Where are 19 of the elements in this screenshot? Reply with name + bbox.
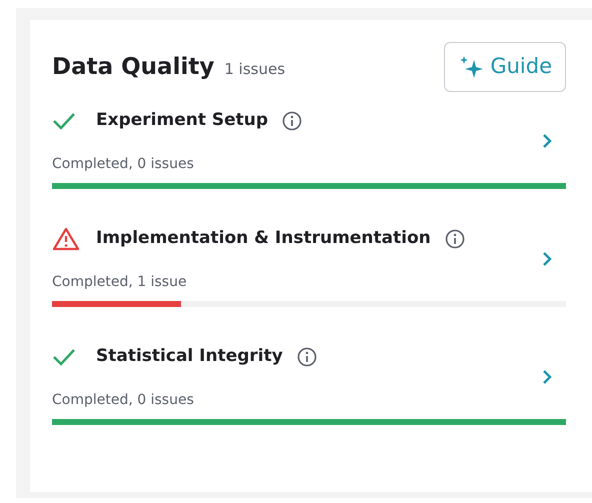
guide-button[interactable]: Guide — [444, 42, 566, 92]
check-summary: Completed, 1 issue — [52, 273, 188, 292]
check-summary: Completed, 0 issues — [52, 391, 195, 410]
check-title: Statistical Integrity — [96, 345, 283, 368]
issue-count: 1 issues — [224, 58, 286, 80]
info-icon[interactable] — [444, 229, 465, 249]
warning-icon — [52, 227, 80, 251]
sparkle-icon — [458, 54, 484, 80]
check-icon — [52, 112, 76, 130]
panel-title: Data Quality — [52, 52, 214, 82]
info-icon[interactable] — [296, 347, 317, 367]
chevron-right-icon[interactable] — [542, 368, 552, 384]
check-title: Experiment Setup — [96, 109, 268, 132]
check-icon — [52, 348, 76, 366]
check-title: Implementation & Instrumentation — [96, 227, 431, 250]
chevron-right-icon[interactable] — [542, 132, 552, 148]
chevron-right-icon[interactable] — [542, 250, 552, 266]
check-summary: Completed, 0 issues — [52, 155, 195, 174]
info-icon[interactable] — [282, 111, 302, 131]
